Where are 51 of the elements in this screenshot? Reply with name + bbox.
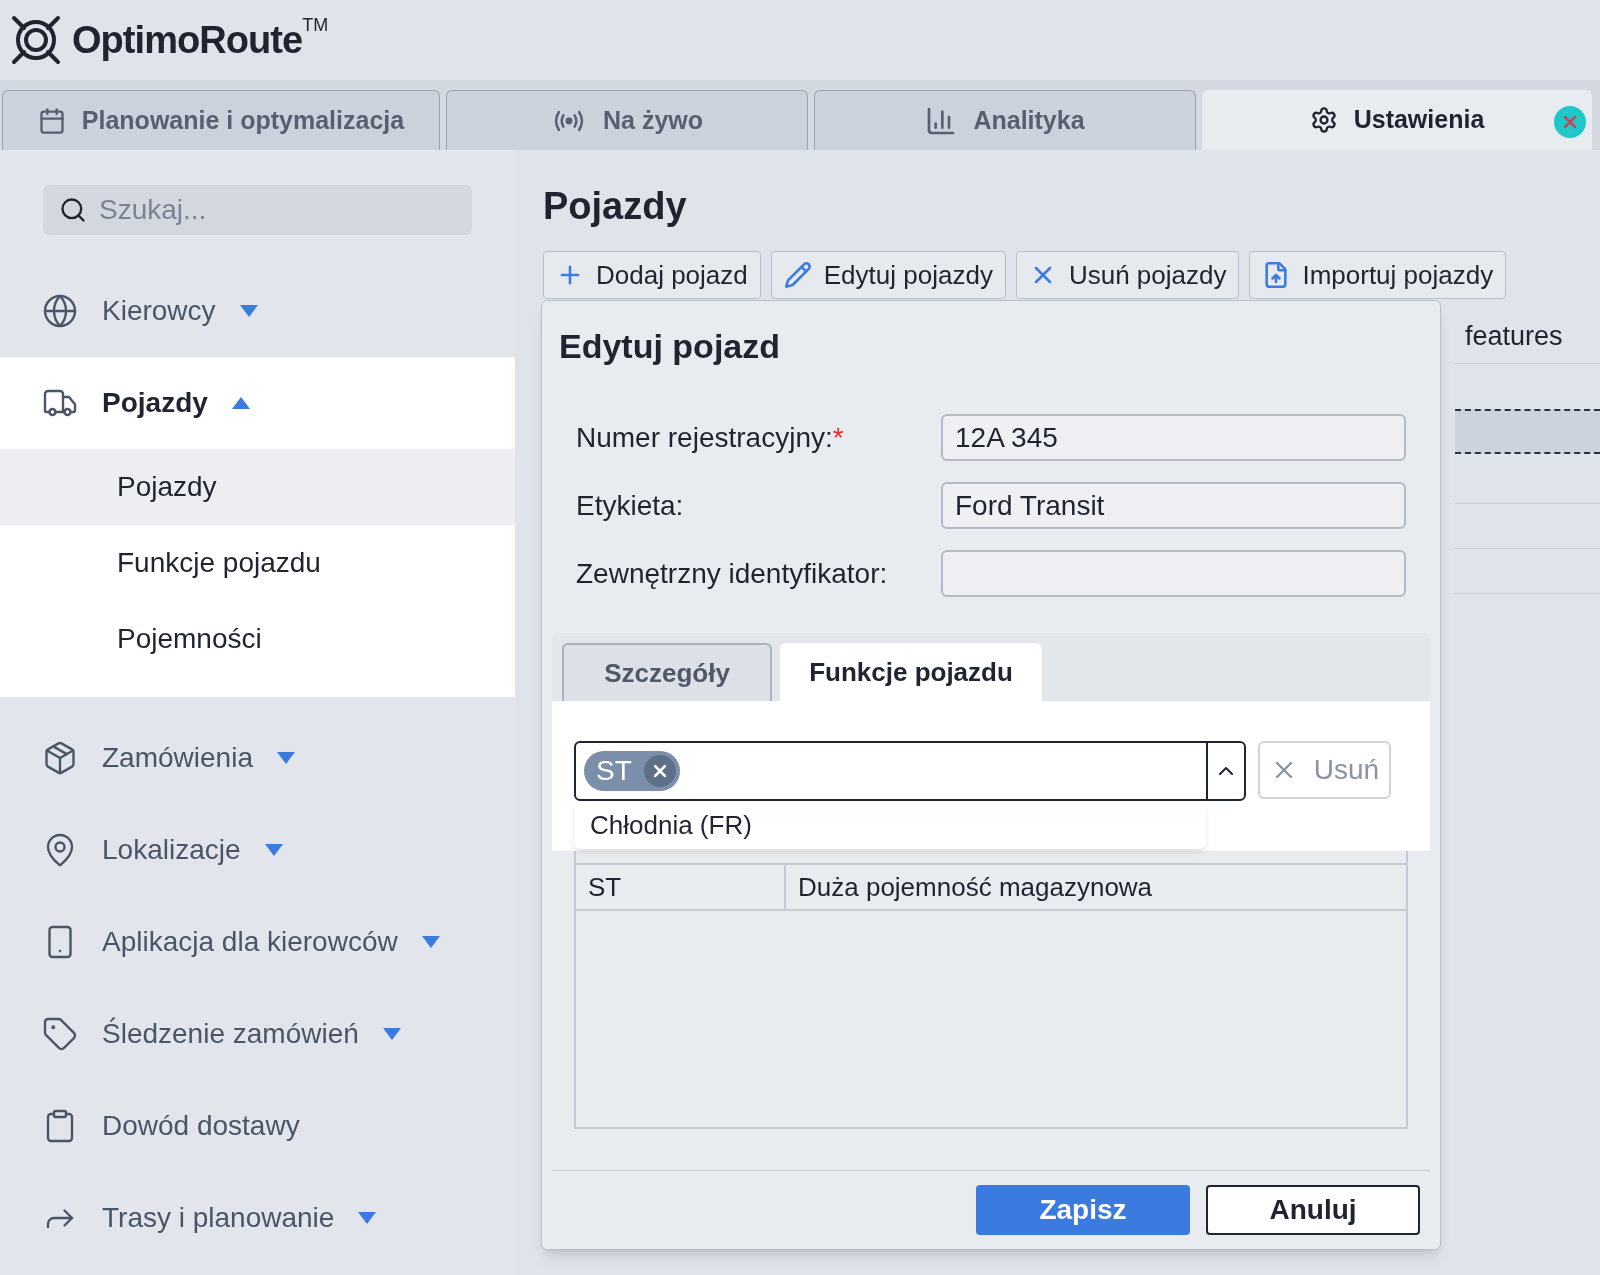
dropdown-option[interactable]: Chłodnia (FR) [574, 801, 1206, 849]
field-label: Etykieta: [576, 488, 685, 523]
save-button[interactable]: Zapisz [976, 1185, 1190, 1235]
pencil-icon [783, 261, 812, 289]
remove-tag-button[interactable] [643, 755, 676, 787]
text-field[interactable] [941, 550, 1406, 597]
settings-icon [1309, 106, 1338, 134]
close-button[interactable] [1554, 106, 1586, 138]
tag-icon [42, 1016, 78, 1052]
table-cell: ST [576, 865, 786, 909]
sidebar-item[interactable]: Śledzenie zamówień [0, 988, 515, 1080]
caret-down-icon [264, 844, 283, 856]
sidebar-item[interactable]: Trasy i planowanie [0, 1172, 515, 1264]
column-header: features [1465, 319, 1563, 353]
field-label: Numer rejestracyjny:* [576, 420, 845, 455]
box-icon [42, 740, 78, 776]
dialog-tab[interactable]: Szczegóły [562, 643, 772, 701]
field-label: Zewnętrzny identyfikator: [576, 556, 889, 591]
trademark: TM [302, 14, 329, 37]
sidebar-item[interactable]: Aplikacja dla kierowców [0, 896, 515, 988]
toolbar-button[interactable]: Importuj pojazdy [1249, 251, 1507, 299]
globe-icon [42, 293, 78, 329]
caret-down-icon [358, 1212, 377, 1224]
table-cell-text: Duża pojemność magazynowa [797, 870, 1153, 904]
caret-down-icon [421, 936, 440, 948]
calendar-icon [37, 106, 66, 135]
nav-tab[interactable]: Analityka [814, 90, 1196, 150]
toolbar-button[interactable]: Edytuj pojazdy [770, 251, 1006, 299]
caret-down-icon [382, 1028, 401, 1040]
nav-tab[interactable]: Na żywo [446, 90, 808, 150]
nav-tab[interactable]: Ustawienia [1202, 90, 1592, 150]
toolbar-button[interactable]: Usuń pojazdy [1015, 251, 1240, 299]
sidebar-item[interactable]: Lokalizacje [0, 804, 515, 896]
caret-down-icon [239, 305, 258, 317]
dialog-title: Edytuj pojazd [559, 326, 781, 367]
caret-up-icon [231, 397, 250, 409]
sidebar-item[interactable]: Zamówienia [0, 712, 515, 804]
dialog-tab[interactable]: Funkcje pojazdu [780, 643, 1042, 701]
brand-name: OptimoRoute [72, 17, 303, 63]
text-field[interactable]: Ford Transit [941, 482, 1406, 529]
caret-down-icon [276, 752, 295, 764]
text-field[interactable]: 12A 345 [941, 414, 1406, 461]
sidebar-subitem[interactable]: Pojazdy [0, 449, 515, 525]
toolbar-button[interactable]: Dodaj pojazd [543, 251, 761, 299]
sidebar-item[interactable]: Kierowcy [0, 265, 515, 357]
sidebar-item[interactable]: Dowód dostawy [0, 1080, 515, 1172]
page-title: Pojazdy [543, 184, 688, 229]
tag-chip: ST [584, 751, 680, 791]
search-icon [59, 196, 87, 224]
cancel-button[interactable]: Anuluj [1206, 1185, 1420, 1235]
nav-tab[interactable]: Planowanie i optymalizacja [2, 90, 440, 150]
